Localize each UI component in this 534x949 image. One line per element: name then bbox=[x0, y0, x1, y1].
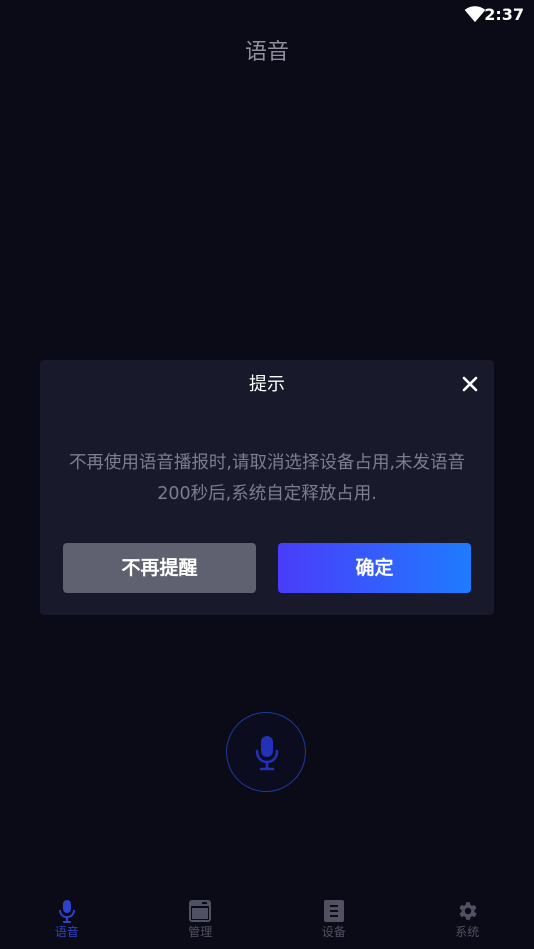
status-bar: 2:37 bbox=[0, 0, 534, 30]
page-title: 语音 bbox=[244, 40, 289, 65]
nav-item-voice[interactable]: 语音 bbox=[0, 892, 134, 949]
dialog-title: 提示 bbox=[249, 374, 285, 395]
close-icon[interactable] bbox=[460, 374, 480, 394]
status-time: 2:37 bbox=[484, 5, 524, 24]
nav-item-system[interactable]: 系统 bbox=[401, 892, 534, 949]
nav-item-manage[interactable]: 管理 bbox=[134, 892, 268, 949]
gear-icon bbox=[459, 902, 477, 920]
browser-window-icon bbox=[189, 900, 212, 922]
nav-label-device: 设备 bbox=[321, 925, 346, 939]
bottom-nav: 语音 管理 设备 系统 bbox=[0, 892, 534, 949]
nav-label-manage: 管理 bbox=[188, 925, 213, 939]
dismiss-button[interactable]: 不再提醒 bbox=[63, 543, 256, 593]
nav-label-system: 系统 bbox=[455, 925, 480, 939]
confirm-button[interactable]: 确定 bbox=[278, 543, 471, 593]
document-list-icon bbox=[323, 900, 344, 922]
nav-item-device[interactable]: 设备 bbox=[267, 892, 401, 949]
microphone-icon bbox=[58, 900, 75, 923]
nav-label-voice: 语音 bbox=[54, 925, 79, 939]
microphone-icon bbox=[255, 736, 279, 771]
wifi-icon bbox=[464, 6, 486, 23]
dialog-message: 不再使用语音播报时,请取消选择设备占用,未发语音200秒后,系统自定释放占用. bbox=[68, 453, 466, 504]
microphone-button[interactable] bbox=[226, 712, 306, 792]
notice-dialog: 提示 不再使用语音播报时,请取消选择设备占用,未发语音200秒后,系统自定释放占… bbox=[40, 360, 494, 615]
